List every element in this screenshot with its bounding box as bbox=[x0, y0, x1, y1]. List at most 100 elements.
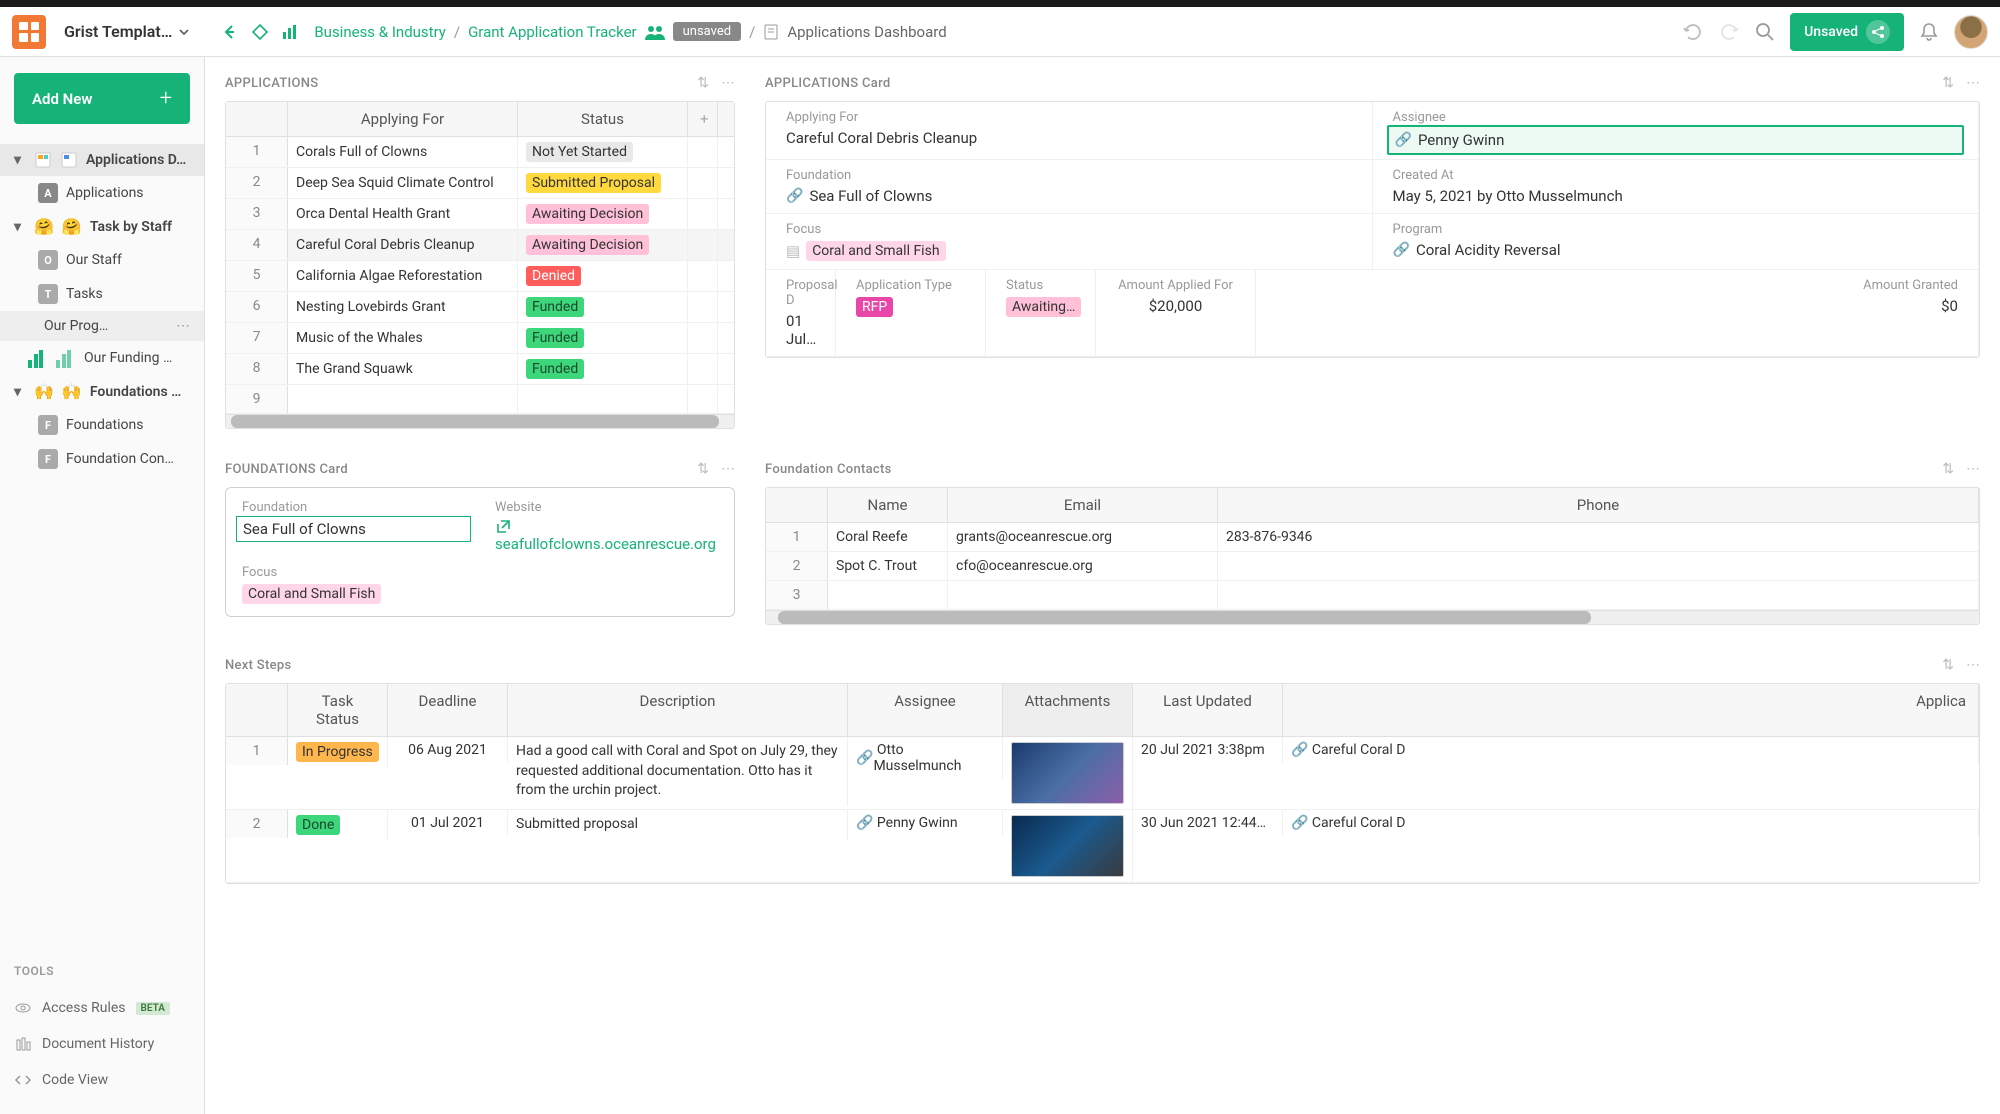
applying-for-cell[interactable]: Nesting Lovebirds Grant bbox=[288, 292, 518, 322]
more-icon[interactable]: ⋯ bbox=[1966, 75, 1980, 91]
tool-code-view[interactable]: Code View bbox=[14, 1062, 190, 1098]
unsaved-button[interactable]: Unsaved bbox=[1790, 13, 1904, 51]
foundation-name-value[interactable]: Sea Full of Clowns bbox=[236, 516, 471, 542]
add-new-button[interactable]: Add New + bbox=[14, 73, 190, 124]
task-status-cell[interactable]: In Progress bbox=[288, 737, 388, 767]
app-logo[interactable] bbox=[12, 15, 46, 49]
task-status-cell[interactable]: Done bbox=[288, 810, 388, 840]
email-cell[interactable]: grants@oceanrescue.org bbox=[948, 523, 1218, 551]
applying-for-cell[interactable] bbox=[288, 385, 518, 413]
applying-for-cell[interactable]: Corals Full of Clowns bbox=[288, 137, 518, 167]
email-cell[interactable] bbox=[948, 581, 1218, 609]
description-cell[interactable]: Had a good call with Coral and Spot on J… bbox=[508, 737, 848, 806]
status-cell[interactable]: Not Yet Started bbox=[518, 137, 688, 167]
amount-granted-value[interactable]: $0 bbox=[1276, 297, 1958, 315]
table-row[interactable]: 1 In Progress 06 Aug 2021 Had a good cal… bbox=[226, 737, 1979, 810]
applying-for-cell[interactable]: Music of the Whales bbox=[288, 323, 518, 353]
sidebar-item-foundations[interactable]: F Foundations bbox=[0, 408, 204, 442]
applying-for-cell[interactable]: Orca Dental Health Grant bbox=[288, 199, 518, 229]
bell-icon[interactable] bbox=[1918, 21, 1940, 43]
col-attachments[interactable]: Attachments bbox=[1003, 684, 1133, 736]
sidebar-item-our-staff[interactable]: O Our Staff bbox=[0, 243, 204, 277]
tool-document-history[interactable]: Document History bbox=[14, 1026, 190, 1062]
status-cell[interactable]: Funded bbox=[518, 323, 688, 353]
assignee-value[interactable]: 🔗Penny Gwinn bbox=[1387, 125, 1965, 155]
status-cell[interactable] bbox=[518, 385, 688, 413]
proposal-date-value[interactable]: 01 Jul… bbox=[786, 312, 815, 348]
amount-applied-value[interactable]: $20,000 bbox=[1116, 297, 1235, 315]
attachments-cell[interactable] bbox=[1003, 810, 1133, 882]
website-value[interactable]: seafullofclowns.oceanrescue.org bbox=[495, 535, 718, 553]
table-row[interactable]: 2 Deep Sea Squid Climate Control Submitt… bbox=[226, 168, 734, 199]
status-cell[interactable]: Funded bbox=[518, 354, 688, 384]
workspace-selector[interactable]: Grist Templat… bbox=[54, 18, 200, 45]
col-name[interactable]: Name bbox=[828, 488, 948, 522]
assignee-cell[interactable]: 🔗 Otto Musselmunch bbox=[848, 737, 1003, 779]
attachments-cell[interactable] bbox=[1003, 737, 1133, 809]
search-icon[interactable] bbox=[1754, 21, 1776, 43]
status-cell[interactable]: Denied bbox=[518, 261, 688, 291]
table-row[interactable]: 4 Careful Coral Debris Cleanup Awaiting … bbox=[226, 230, 734, 261]
table-row[interactable]: 1 Corals Full of Clowns Not Yet Started bbox=[226, 137, 734, 168]
table-row[interactable]: 3 bbox=[766, 581, 1979, 610]
assignee-cell[interactable]: 🔗 Penny Gwinn bbox=[848, 810, 1003, 836]
horizontal-scrollbar[interactable] bbox=[766, 610, 1979, 624]
col-description[interactable]: Description bbox=[508, 684, 848, 736]
applying-for-cell[interactable]: Careful Coral Debris Cleanup bbox=[288, 230, 518, 260]
applying-for-cell[interactable]: The Grand Squawk bbox=[288, 354, 518, 384]
filter-icon[interactable]: ⇅ bbox=[1942, 75, 1954, 91]
more-icon[interactable]: ⋯ bbox=[176, 318, 190, 334]
col-application[interactable]: Applica bbox=[1283, 684, 1979, 736]
table-row[interactable]: 2 Done 01 Jul 2021 Submitted proposal 🔗 … bbox=[226, 810, 1979, 883]
more-icon[interactable]: ⋯ bbox=[721, 461, 735, 477]
col-phone[interactable]: Phone bbox=[1218, 488, 1979, 522]
sidebar-item-foundations-group[interactable]: ▾ 🙌 🙌 Foundations … bbox=[0, 375, 204, 408]
horizontal-scrollbar[interactable] bbox=[226, 414, 734, 428]
sidebar-item-applications[interactable]: A Applications bbox=[0, 176, 204, 210]
table-row[interactable]: 8 The Grand Squawk Funded bbox=[226, 354, 734, 385]
status-value[interactable]: Awaiting… bbox=[1006, 297, 1075, 317]
applying-for-cell[interactable]: California Algae Reforestation bbox=[288, 261, 518, 291]
sidebar-item-tasks[interactable]: T Tasks bbox=[0, 277, 204, 311]
status-cell[interactable]: Awaiting Decision bbox=[518, 199, 688, 229]
sidebar-item-task-by-staff[interactable]: ▾ 🤗 🤗 Task by Staff bbox=[0, 210, 204, 243]
diamond-icon[interactable] bbox=[250, 22, 270, 42]
redo-icon[interactable] bbox=[1718, 21, 1740, 43]
deadline-cell[interactable]: 06 Aug 2021 bbox=[388, 737, 508, 763]
phone-cell[interactable]: 283-876-9346 bbox=[1218, 523, 1979, 551]
col-last-updated[interactable]: Last Updated bbox=[1133, 684, 1283, 736]
last-updated-cell[interactable]: 20 Jul 2021 3:38pm bbox=[1133, 737, 1283, 763]
filter-icon[interactable]: ⇅ bbox=[1942, 461, 1954, 477]
col-task-status[interactable]: Task Status bbox=[288, 684, 388, 736]
description-cell[interactable]: Submitted proposal bbox=[508, 810, 848, 840]
breadcrumb-workspace[interactable]: Business & Industry bbox=[314, 23, 446, 41]
external-link-icon[interactable] bbox=[495, 519, 718, 535]
foundation-value[interactable]: 🔗Sea Full of Clowns bbox=[786, 187, 1352, 205]
sidebar-item-foundation-contacts[interactable]: F Foundation Con… bbox=[0, 442, 204, 476]
more-icon[interactable]: ⋯ bbox=[1966, 657, 1980, 673]
undo-icon[interactable] bbox=[1682, 21, 1704, 43]
application-cell[interactable]: 🔗 Careful Coral D bbox=[1283, 810, 1979, 836]
table-row[interactable]: 5 California Algae Reforestation Denied bbox=[226, 261, 734, 292]
focus-value[interactable]: ▤Coral and Small Fish bbox=[786, 241, 1352, 261]
more-icon[interactable]: ⋯ bbox=[721, 75, 735, 91]
more-icon[interactable]: ⋯ bbox=[1966, 461, 1980, 477]
program-value[interactable]: 🔗Coral Acidity Reversal bbox=[1393, 241, 1959, 259]
status-cell[interactable]: Awaiting Decision bbox=[518, 230, 688, 260]
add-column-button[interactable]: + bbox=[688, 102, 718, 136]
tool-access-rules[interactable]: Access Rules BETA bbox=[14, 990, 190, 1026]
filter-icon[interactable]: ⇅ bbox=[697, 75, 709, 91]
phone-cell[interactable] bbox=[1218, 581, 1979, 609]
col-deadline[interactable]: Deadline bbox=[388, 684, 508, 736]
table-row[interactable]: 7 Music of the Whales Funded bbox=[226, 323, 734, 354]
sidebar-item-our-programs[interactable]: Our Prog… ⋯ bbox=[0, 311, 204, 341]
col-email[interactable]: Email bbox=[948, 488, 1218, 522]
app-type-value[interactable]: RFP bbox=[856, 297, 965, 317]
attachment-thumbnail[interactable] bbox=[1011, 815, 1124, 877]
table-row[interactable]: 2 Spot C. Trout cfo@oceanrescue.org bbox=[766, 552, 1979, 581]
breadcrumb-document[interactable]: Grant Application Tracker bbox=[468, 23, 637, 41]
applying-for-cell[interactable]: Deep Sea Squid Climate Control bbox=[288, 168, 518, 198]
focus-value[interactable]: Coral and Small Fish bbox=[242, 584, 718, 604]
table-row[interactable]: 3 Orca Dental Health Grant Awaiting Deci… bbox=[226, 199, 734, 230]
sidebar-item-applications-dashboard[interactable]: ▾ Applications D… bbox=[0, 144, 204, 176]
